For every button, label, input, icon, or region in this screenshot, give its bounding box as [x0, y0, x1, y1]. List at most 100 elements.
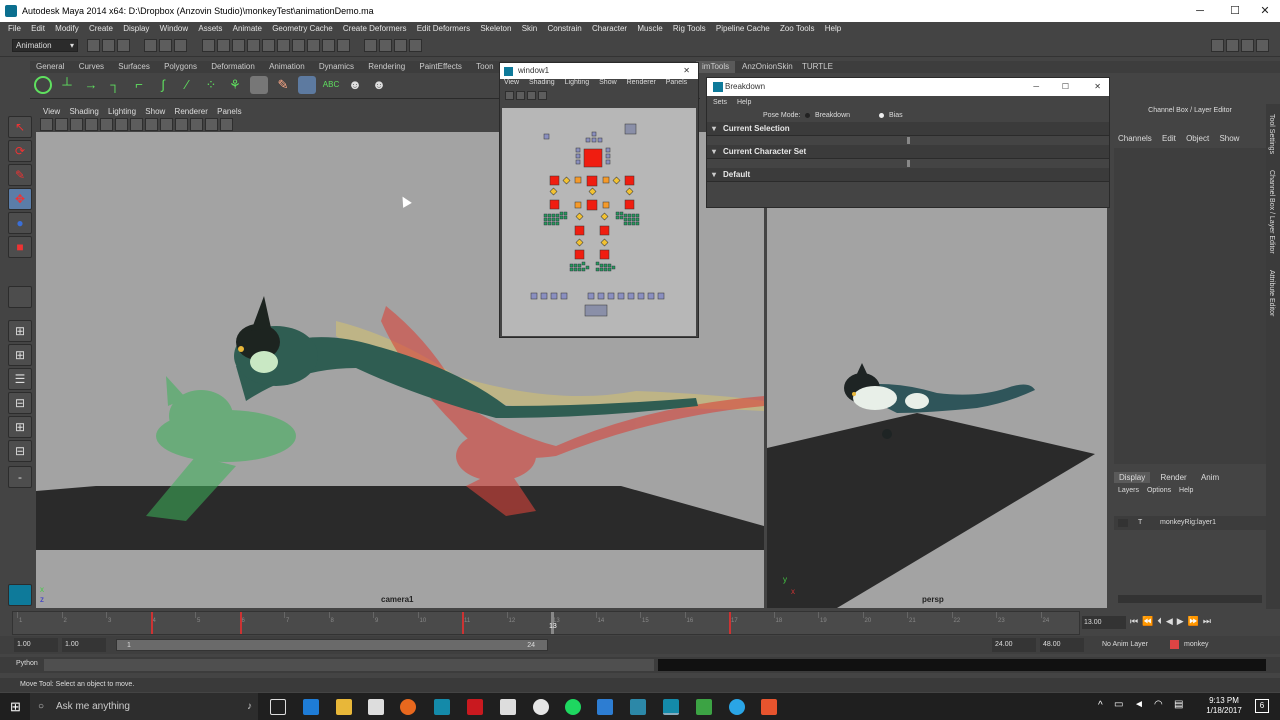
- time-slider[interactable]: 1 2 3 4 5 6 7 8 9 10 11 12 13 14 15 16 17 18 19 20 21 22 23 24 1…: [12, 611, 1080, 635]
- lock-icon[interactable]: [291, 39, 305, 52]
- select-component-icon[interactable]: [174, 39, 188, 52]
- paint-select-icon[interactable]: ✎: [8, 164, 32, 186]
- end-time-field[interactable]: 48.00: [1040, 638, 1084, 652]
- menu-edit[interactable]: Edit: [31, 22, 45, 35]
- paint-icon[interactable]: ✎: [274, 76, 292, 94]
- shelf-tab-general[interactable]: General: [30, 61, 70, 73]
- picker-grid-icon[interactable]: [516, 91, 525, 100]
- notes-icon[interactable]: [500, 699, 516, 715]
- upwork-icon[interactable]: [533, 699, 549, 715]
- layout-attr-icon[interactable]: [1256, 39, 1269, 52]
- layout-graph-icon[interactable]: ⊟: [8, 392, 32, 414]
- menu-assets[interactable]: Assets: [198, 22, 222, 35]
- keyframe-marker[interactable]: [150, 612, 153, 634]
- file-explorer-icon[interactable]: [336, 699, 352, 715]
- save-scene-icon[interactable]: [117, 39, 130, 52]
- layer-tab-anim[interactable]: Anim: [1197, 472, 1223, 483]
- notifications-icon[interactable]: 6: [1255, 699, 1269, 713]
- last-tool-icon[interactable]: [8, 286, 32, 308]
- open-scene-icon[interactable]: [102, 39, 115, 52]
- dots-grid-icon[interactable]: ⁘: [202, 76, 220, 94]
- smooth-curve-icon[interactable]: ⌐: [130, 76, 148, 94]
- menu-edit-deformers[interactable]: Edit Deformers: [417, 22, 470, 35]
- breakdown-maximize-icon[interactable]: ☐: [1062, 78, 1069, 96]
- menu-character[interactable]: Character: [592, 22, 627, 35]
- command-input[interactable]: [44, 659, 654, 671]
- shelf-tab-anzonionskin[interactable]: AnzOnionSkin: [736, 61, 799, 73]
- taskbar-search[interactable]: ○ Ask me anything ♪: [30, 693, 258, 720]
- menu-file[interactable]: File: [8, 22, 21, 35]
- go-to-start-icon[interactable]: ⏮: [1130, 616, 1138, 626]
- picker-shade-icon[interactable]: [538, 91, 547, 100]
- menu-constrain[interactable]: Constrain: [547, 22, 581, 35]
- script-language-label[interactable]: Python: [16, 660, 38, 667]
- snap-point-icon[interactable]: [231, 39, 245, 52]
- radio-breakdown[interactable]: [805, 113, 810, 118]
- layout-four-view-icon[interactable]: ⊞: [8, 344, 32, 366]
- side-tab-channel-box[interactable]: Channel Box / Layer Editor: [1268, 170, 1275, 254]
- arrow-curve-icon[interactable]: →: [82, 76, 100, 94]
- menu-rig-tools[interactable]: Rig Tools: [673, 22, 706, 35]
- layout-side-icon[interactable]: [1241, 39, 1254, 52]
- layer-menu-help[interactable]: Help: [1179, 487, 1193, 494]
- new-scene-icon[interactable]: [87, 39, 100, 52]
- menu-pipeline-cache[interactable]: Pipeline Cache: [716, 22, 770, 35]
- layer-row[interactable]: T monkeyRig:layer1: [1114, 516, 1266, 530]
- camtasia-icon[interactable]: [696, 699, 712, 715]
- menu-muscle[interactable]: Muscle: [637, 22, 662, 35]
- ghost-icon[interactable]: ☻: [346, 76, 364, 94]
- range-start-field[interactable]: 1.00: [62, 638, 106, 652]
- render-icon[interactable]: [364, 39, 378, 52]
- menu-skeleton[interactable]: Skeleton: [480, 22, 511, 35]
- layout-persp-icon[interactable]: ⊞: [8, 320, 32, 342]
- breakdown-minimize-icon[interactable]: ─: [1033, 78, 1039, 96]
- magnet-icon[interactable]: [306, 39, 320, 52]
- mail-icon[interactable]: [597, 699, 613, 715]
- shelf-tab-animtools[interactable]: imTools: [696, 61, 736, 73]
- cb-menu-show[interactable]: Show: [1219, 134, 1239, 143]
- keyframe-marker[interactable]: [239, 612, 242, 634]
- minimize-button[interactable]: ─: [1192, 3, 1208, 19]
- section-current-character-set[interactable]: Current Character Set: [707, 145, 1109, 159]
- menu-zoo-tools[interactable]: Zoo Tools: [780, 22, 815, 35]
- construction-icon[interactable]: [336, 39, 350, 52]
- breakdown-menu-sets[interactable]: Sets: [713, 99, 727, 106]
- layout-hypergraph-icon[interactable]: ⊞: [8, 416, 32, 438]
- shelf-tab-surfaces[interactable]: Surfaces: [112, 61, 156, 73]
- keyframe-marker[interactable]: [462, 612, 464, 634]
- layout-dope-icon[interactable]: ⊟: [8, 440, 32, 462]
- range-slider[interactable]: 1 24: [116, 639, 548, 651]
- graph-icon[interactable]: [298, 76, 316, 94]
- picker-close-icon[interactable]: ✕: [683, 63, 690, 79]
- ipr-render-icon[interactable]: [379, 39, 393, 52]
- layer-menu-options[interactable]: Options: [1147, 487, 1171, 494]
- anim-icon[interactable]: [250, 76, 268, 94]
- layer-tab-render[interactable]: Render: [1152, 472, 1194, 483]
- maya-active-icon[interactable]: [663, 699, 679, 715]
- step-forward-key-icon[interactable]: ⏩: [1188, 616, 1199, 626]
- snap-plane-icon[interactable]: [246, 39, 260, 52]
- shelf-tab-painteffects[interactable]: PaintEffects: [413, 61, 468, 73]
- walk-icon[interactable]: ⚘: [226, 76, 244, 94]
- maya-taskbar-icon[interactable]: [434, 699, 450, 715]
- move-tool-icon[interactable]: ✥: [8, 188, 32, 210]
- recorder-icon[interactable]: [761, 699, 777, 715]
- spotify-icon[interactable]: [565, 699, 581, 715]
- menu-geometry-cache[interactable]: Geometry Cache: [272, 22, 332, 35]
- history-icon[interactable]: [276, 39, 290, 52]
- picker-menu-panels[interactable]: Panels: [666, 79, 687, 86]
- shelf-tab-dynamics[interactable]: Dynamics: [313, 61, 360, 73]
- radio-bias[interactable]: [879, 113, 884, 118]
- picker-menu-lighting[interactable]: Lighting: [565, 79, 590, 86]
- select-hierarchy-icon[interactable]: [144, 39, 158, 52]
- layer-flag[interactable]: T: [1138, 516, 1142, 530]
- linear-curve-icon[interactable]: ⁄: [178, 76, 196, 94]
- maya-alt-icon[interactable]: [630, 699, 646, 715]
- shelf-tab-polygons[interactable]: Polygons: [158, 61, 203, 73]
- volume-icon[interactable]: ◄: [1134, 699, 1144, 710]
- joint-curve-icon[interactable]: ┴: [58, 76, 76, 94]
- layout-four-icon[interactable]: [1226, 39, 1239, 52]
- current-time-field[interactable]: 13.00: [1082, 616, 1126, 629]
- keyframe-marker[interactable]: [729, 612, 731, 634]
- tray-chevron-icon[interactable]: ^: [1098, 700, 1103, 711]
